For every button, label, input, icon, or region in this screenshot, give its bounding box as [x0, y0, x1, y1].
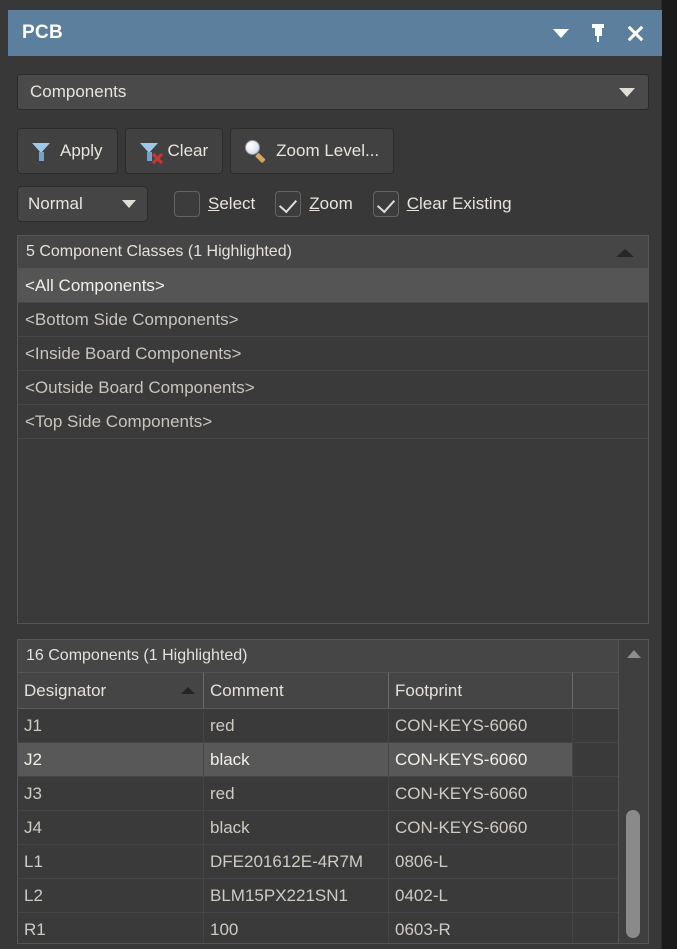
cell-comment: BLM15PX221SN1 — [204, 879, 389, 912]
zoom-level-button[interactable]: Zoom Level... — [230, 128, 395, 174]
cell-designator: J4 — [18, 811, 204, 844]
zoom-checkbox-label: Zoom — [309, 194, 353, 213]
panel-titlebar: PCB — [8, 10, 662, 56]
components-header[interactable]: 16 Components (1 Highlighted) — [18, 640, 618, 673]
component-classes-header-label: 5 Component Classes (1 Highlighted) — [26, 243, 292, 260]
cell-extra — [573, 777, 618, 810]
cell-comment: red — [204, 709, 389, 742]
list-item[interactable]: <Inside Board Components> — [18, 337, 648, 371]
select-checkbox-group[interactable]: Select — [174, 191, 255, 217]
cell-designator: J3 — [18, 777, 204, 810]
cell-designator: R1 — [18, 913, 204, 943]
list-item-label: <Bottom Side Components> — [25, 309, 239, 329]
filter-toolbar: Apply Clear Zoom Level... — [17, 128, 395, 174]
titlebar-icon-group — [551, 23, 662, 43]
list-item[interactable]: <Bottom Side Components> — [18, 303, 648, 337]
table-row[interactable]: J4 black CON-KEYS-6060 — [18, 811, 618, 845]
magnifier-icon — [245, 140, 267, 163]
sort-ascending-icon — [181, 687, 195, 694]
pin-icon[interactable] — [588, 23, 608, 43]
table-row[interactable]: L1 DFE201612E-4R7M 0806-L — [18, 845, 618, 879]
components-header-label: 16 Components (1 Highlighted) — [26, 647, 248, 664]
column-header-designator-label: Designator — [24, 680, 107, 700]
apply-button[interactable]: Apply — [17, 128, 118, 174]
table-row[interactable]: L2 BLM15PX221SN1 0402-L — [18, 879, 618, 913]
list-item-label: <Outside Board Components> — [25, 377, 255, 397]
chevron-down-icon — [122, 200, 136, 208]
mask-mode-value: Normal — [28, 194, 83, 213]
cell-comment: red — [204, 777, 389, 810]
cell-designator: J2 — [18, 743, 204, 776]
pcb-panel: PCB Components Apply Clear Zoom Level...… — [0, 0, 662, 949]
cell-footprint: CON-KEYS-6060 — [389, 743, 573, 776]
list-item[interactable]: <Top Side Components> — [18, 405, 648, 439]
cell-extra — [573, 845, 618, 878]
column-header-comment-label: Comment — [210, 680, 284, 700]
panel-title: PCB — [22, 22, 64, 43]
chevron-down-icon — [619, 87, 635, 97]
cell-comment: black — [204, 743, 389, 776]
mask-mode-select[interactable]: Normal — [17, 186, 148, 222]
cell-designator: J1 — [18, 709, 204, 742]
select-checkbox-label: Select — [208, 194, 256, 213]
column-header-designator[interactable]: Designator — [18, 673, 204, 708]
component-classes-panel: 5 Component Classes (1 Highlighted) <All… — [17, 235, 649, 624]
zoom-checkbox[interactable] — [275, 191, 302, 217]
column-header-comment[interactable]: Comment — [204, 673, 389, 708]
close-icon[interactable] — [625, 23, 645, 43]
zoom-level-button-label: Zoom Level... — [276, 141, 380, 160]
filter-funnel-clear-icon — [139, 142, 163, 164]
cell-comment: black — [204, 811, 389, 844]
components-scrollbar[interactable] — [618, 640, 648, 943]
object-kind-select[interactable]: Components — [17, 74, 649, 110]
table-row[interactable]: J1 red CON-KEYS-6060 — [18, 709, 618, 743]
options-row: Normal Select Zoom Clear Existing — [17, 186, 512, 222]
table-row[interactable]: J3 red CON-KEYS-6060 — [18, 777, 618, 811]
collapse-up-icon[interactable] — [616, 249, 634, 257]
scrollbar-thumb[interactable] — [626, 810, 640, 938]
components-column-header: Designator Comment Footprint — [18, 673, 618, 709]
cell-footprint: CON-KEYS-6060 — [389, 777, 573, 810]
cell-footprint: 0402-L — [389, 879, 573, 912]
column-header-extra[interactable] — [573, 673, 618, 708]
cell-comment: DFE201612E-4R7M — [204, 845, 389, 878]
clear-existing-checkbox[interactable] — [372, 191, 399, 217]
column-header-footprint[interactable]: Footprint — [389, 673, 573, 708]
cell-extra — [573, 811, 618, 844]
table-row[interactable]: J2 black CON-KEYS-6060 — [18, 743, 618, 777]
column-header-footprint-label: Footprint — [395, 680, 463, 700]
list-item-label: <Top Side Components> — [25, 411, 213, 431]
list-item[interactable]: <All Components> — [18, 269, 648, 303]
cell-extra — [573, 879, 618, 912]
table-row[interactable]: R1 100 0603-R — [18, 913, 618, 943]
object-kind-value: Components — [30, 82, 127, 101]
components-panel: 16 Components (1 Highlighted) Designator… — [17, 639, 649, 944]
clear-button-label: Clear — [167, 141, 209, 160]
cell-extra — [573, 913, 618, 943]
cell-comment: 100 — [204, 913, 389, 943]
filter-funnel-icon — [32, 142, 51, 161]
component-classes-header[interactable]: 5 Component Classes (1 Highlighted) — [18, 236, 648, 269]
cell-designator: L2 — [18, 879, 204, 912]
list-item-label: <All Components> — [25, 275, 165, 295]
scroll-up-arrow-icon[interactable] — [627, 650, 641, 658]
list-item-label: <Inside Board Components> — [25, 343, 242, 363]
cell-footprint: CON-KEYS-6060 — [389, 709, 573, 742]
cell-footprint: 0806-L — [389, 845, 573, 878]
clear-button[interactable]: Clear — [124, 128, 224, 174]
cell-extra — [573, 743, 618, 776]
cell-footprint: CON-KEYS-6060 — [389, 811, 573, 844]
apply-button-label: Apply — [60, 141, 103, 160]
panel-right-edge — [662, 0, 677, 949]
cell-extra — [573, 709, 618, 742]
zoom-checkbox-group[interactable]: Zoom — [275, 191, 353, 217]
list-item[interactable]: <Outside Board Components> — [18, 371, 648, 405]
dropdown-arrow-icon[interactable] — [551, 23, 571, 43]
clear-existing-checkbox-group[interactable]: Clear Existing — [372, 191, 512, 217]
cell-designator: L1 — [18, 845, 204, 878]
cell-footprint: 0603-R — [389, 913, 573, 943]
select-checkbox[interactable] — [174, 191, 200, 217]
clear-existing-checkbox-label: Clear Existing — [406, 194, 512, 213]
component-classes-list: <All Components> <Bottom Side Components… — [18, 269, 648, 439]
